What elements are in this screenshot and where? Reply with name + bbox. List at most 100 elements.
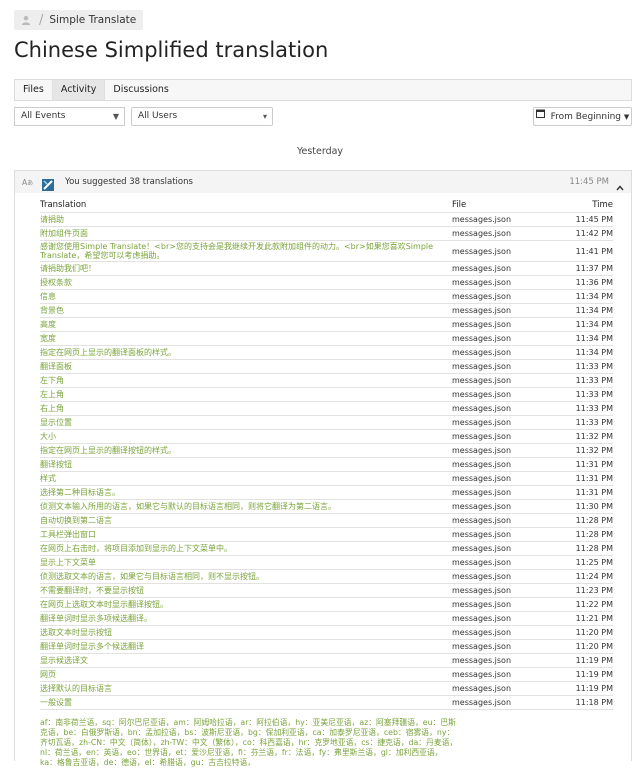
file-cell: messages.json [452, 240, 546, 262]
translation-cell[interactable]: 翻译单词时显示多项候选翻译。 [40, 611, 452, 626]
table-row[interactable]: 指定在网页上显示的翻译面板的样式。 messages.json 11:34 PM [40, 345, 613, 360]
table-row[interactable]: 大小 messages.json 11:32 PM [40, 429, 613, 444]
time-cell: 11:34 PM [546, 289, 613, 304]
breadcrumb-project-link[interactable]: Simple Translate [49, 14, 136, 26]
translation-cell[interactable]: 显示上下文菜单 [40, 555, 452, 570]
translation-cell[interactable]: 选择第二种目标语言。 [40, 485, 452, 500]
translation-cell[interactable]: 背景色 [40, 303, 452, 318]
translation-cell[interactable]: 工具栏弹出窗口 [40, 527, 452, 542]
translation-cell[interactable]: 显示候选译文 [40, 653, 452, 668]
table-row[interactable]: 请捐助 messages.json 11:45 PM [40, 212, 613, 227]
translation-cell[interactable]: 在网页上选取文本时显示翻译按钮。 [40, 597, 452, 612]
translation-cell[interactable]: 侦测文本输入所用的语言，如果它与默认的目标语言相同，则将它翻译为第二语言。 [40, 499, 452, 514]
translation-cell[interactable]: 一般设置 [40, 695, 452, 710]
translation-cell[interactable]: 请捐助我们吧！ [40, 261, 452, 276]
table-row[interactable]: 请捐助我们吧！ messages.json 11:37 PM [40, 261, 613, 276]
translation-cell[interactable]: 左下角 [40, 373, 452, 388]
activity-group-header[interactable]: Aあ You suggested 38 translations 11:45 P… [15, 171, 631, 193]
translation-cell[interactable]: 宽度 [40, 331, 452, 346]
table-row[interactable]: 附加组件页面 messages.json 11:42 PM [40, 226, 613, 241]
file-cell: messages.json [452, 513, 546, 528]
table-row[interactable]: 网页 messages.json 11:19 PM [40, 667, 613, 682]
time-cell: 11:30 PM [546, 499, 613, 514]
translation-cell[interactable]: 请捐助 [40, 212, 452, 227]
table-row[interactable]: 高度 messages.json 11:34 PM [40, 317, 613, 332]
time-cell: 11:19 PM [546, 667, 613, 682]
table-row[interactable]: 一般设置 messages.json 11:18 PM [40, 695, 613, 710]
table-row[interactable]: 感谢您使用Simple Translate！<br>您的支持会是我继续开发此款附… [40, 240, 613, 262]
table-row[interactable]: 宽度 messages.json 11:34 PM [40, 331, 613, 346]
user-icon[interactable] [19, 13, 33, 27]
translation-cell[interactable]: 在网页上右击时，将项目添加到显示的上下文菜单中。 [40, 541, 452, 556]
table-row[interactable]: 信息 messages.json 11:34 PM [40, 289, 613, 304]
translation-cell[interactable]: 翻译面板 [40, 359, 452, 374]
activity-summary: You suggested 38 translations [65, 177, 193, 187]
table-row[interactable]: 右上角 messages.json 11:33 PM [40, 401, 613, 416]
column-header-time: Time [546, 198, 613, 213]
translation-cell[interactable]: 自动切换到第二语言 [40, 513, 452, 528]
table-row[interactable]: 选择第二种目标语言。 messages.json 11:31 PM [40, 485, 613, 500]
tab-activity[interactable]: Activity [52, 80, 106, 100]
translation-cell[interactable]: 选择默认的目标语言 [40, 681, 452, 696]
table-row[interactable]: 背景色 messages.json 11:34 PM [40, 303, 613, 318]
table-row[interactable]: 选择默认的目标语言 messages.json 11:19 PM [40, 681, 613, 696]
translation-cell[interactable]: 样式 [40, 471, 452, 486]
translation-cell[interactable]: 网页 [40, 667, 452, 682]
table-row[interactable]: 显示候选译文 messages.json 11:19 PM [40, 653, 613, 668]
table-row[interactable]: 不需要翻译时，不要显示按钮 messages.json 11:23 PM [40, 583, 613, 598]
translation-cell[interactable]: 授权条款 [40, 275, 452, 290]
time-cell: 11:34 PM [546, 345, 613, 360]
translation-cell[interactable]: 侦测选取文本的语言，如果它与目标语言相同，则不显示按钮。 [40, 569, 452, 584]
translation-cell[interactable]: 指定在网页上显示的翻译按钮的样式。 [40, 443, 452, 458]
table-row[interactable]: 工具栏弹出窗口 messages.json 11:28 PM [40, 527, 613, 542]
translation-cell[interactable]: 大小 [40, 429, 452, 444]
translation-cell[interactable]: 翻译单词时显示多个候选翻译 [40, 639, 452, 654]
table-row[interactable]: 翻译面板 messages.json 11:33 PM [40, 359, 613, 374]
time-cell: 11:37 PM [546, 261, 613, 276]
table-row[interactable]: 左上角 messages.json 11:33 PM [40, 387, 613, 402]
date-range-button[interactable]: From Beginning ▼ [533, 107, 632, 126]
time-cell: 11:20 PM [546, 625, 613, 640]
time-cell: 11:28 PM [546, 527, 613, 542]
translation-cell[interactable]: 选取文本时显示按钮 [40, 625, 452, 640]
table-row[interactable]: 左下角 messages.json 11:33 PM [40, 373, 613, 388]
users-select[interactable]: All Users ▾ [131, 107, 273, 126]
table-row[interactable]: 翻译单词时显示多个候选翻译 messages.json 11:20 PM [40, 639, 613, 654]
table-row[interactable]: 翻译单词时显示多项候选翻译。 messages.json 11:21 PM [40, 611, 613, 626]
time-cell: 11:45 PM [546, 212, 613, 227]
chevron-up-icon[interactable] [616, 177, 624, 191]
table-row[interactable]: 显示位置 messages.json 11:33 PM [40, 415, 613, 430]
events-select[interactable]: All Events ▼ [14, 107, 125, 126]
table-row[interactable]: 选取文本时显示按钮 messages.json 11:20 PM [40, 625, 613, 640]
table-row[interactable]: 显示上下文菜单 messages.json 11:25 PM [40, 555, 613, 570]
file-cell: messages.json [452, 275, 546, 290]
table-row[interactable]: 在网页上选取文本时显示翻译按钮。 messages.json 11:22 PM [40, 597, 613, 612]
translation-cell[interactable]: 左上角 [40, 387, 452, 402]
file-cell: messages.json [452, 555, 546, 570]
file-cell: messages.json [452, 639, 546, 654]
table-row[interactable]: 侦测文本输入所用的语言，如果它与默认的目标语言相同，则将它翻译为第二语言。 mes… [40, 499, 613, 514]
translation-cell[interactable]: 指定在网页上显示的翻译面板的样式。 [40, 345, 452, 360]
table-row[interactable]: 授权条款 messages.json 11:36 PM [40, 275, 613, 290]
table-row[interactable]: 侦测选取文本的语言，如果它与目标语言相同，则不显示按钮。 messages.jso… [40, 569, 613, 584]
tab-discussions[interactable]: Discussions [105, 80, 176, 100]
translation-cell[interactable]: 信息 [40, 289, 452, 304]
translation-cell[interactable]: 高度 [40, 317, 452, 332]
translation-cell[interactable]: 显示位置 [40, 415, 452, 430]
table-row[interactable]: 自动切换到第二语言 messages.json 11:28 PM [40, 513, 613, 528]
file-cell: messages.json [452, 345, 546, 360]
table-row[interactable]: 翻译按钮 messages.json 11:31 PM [40, 457, 613, 472]
file-cell: messages.json [452, 611, 546, 626]
table-row[interactable]: 指定在网页上显示的翻译按钮的样式。 messages.json 11:32 PM [40, 443, 613, 458]
translation-cell[interactable]: 感谢您使用Simple Translate！<br>您的支持会是我继续开发此款附… [40, 240, 452, 262]
time-cell: 11:22 PM [546, 597, 613, 612]
table-header-row: Translation File Time [40, 198, 613, 213]
translation-cell[interactable]: 翻译按钮 [40, 457, 452, 472]
tab-files[interactable]: Files [15, 80, 53, 100]
table-row[interactable]: 样式 messages.json 11:31 PM [40, 471, 613, 486]
table-row[interactable]: 在网页上右击时，将项目添加到显示的上下文菜单中。 messages.json 11:… [40, 541, 613, 556]
time-cell: 11:33 PM [546, 373, 613, 388]
translation-cell[interactable]: 右上角 [40, 401, 452, 416]
translation-cell[interactable]: 不需要翻译时，不要显示按钮 [40, 583, 452, 598]
translation-cell[interactable]: 附加组件页面 [40, 226, 452, 241]
